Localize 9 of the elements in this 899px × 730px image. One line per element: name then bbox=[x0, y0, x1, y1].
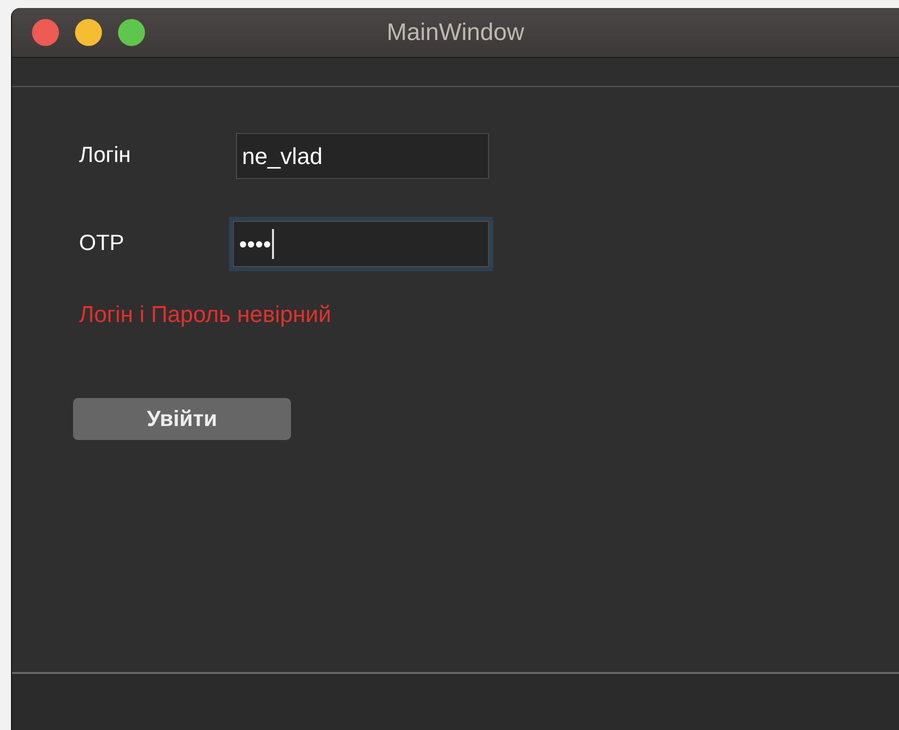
input-field[interactable]: ne_vlad bbox=[236, 133, 489, 179]
error-message: Логін і Пароль невірний bbox=[79, 301, 332, 327]
window-control-button[interactable] bbox=[75, 19, 102, 46]
window-control-button[interactable] bbox=[118, 19, 145, 46]
window-title: MainWindow bbox=[386, 18, 524, 46]
field-label: OTP bbox=[79, 230, 124, 254]
window-control-button[interactable] bbox=[32, 19, 59, 46]
field-label: Логін bbox=[79, 142, 131, 166]
login-button[interactable]: Увійти bbox=[73, 398, 291, 440]
